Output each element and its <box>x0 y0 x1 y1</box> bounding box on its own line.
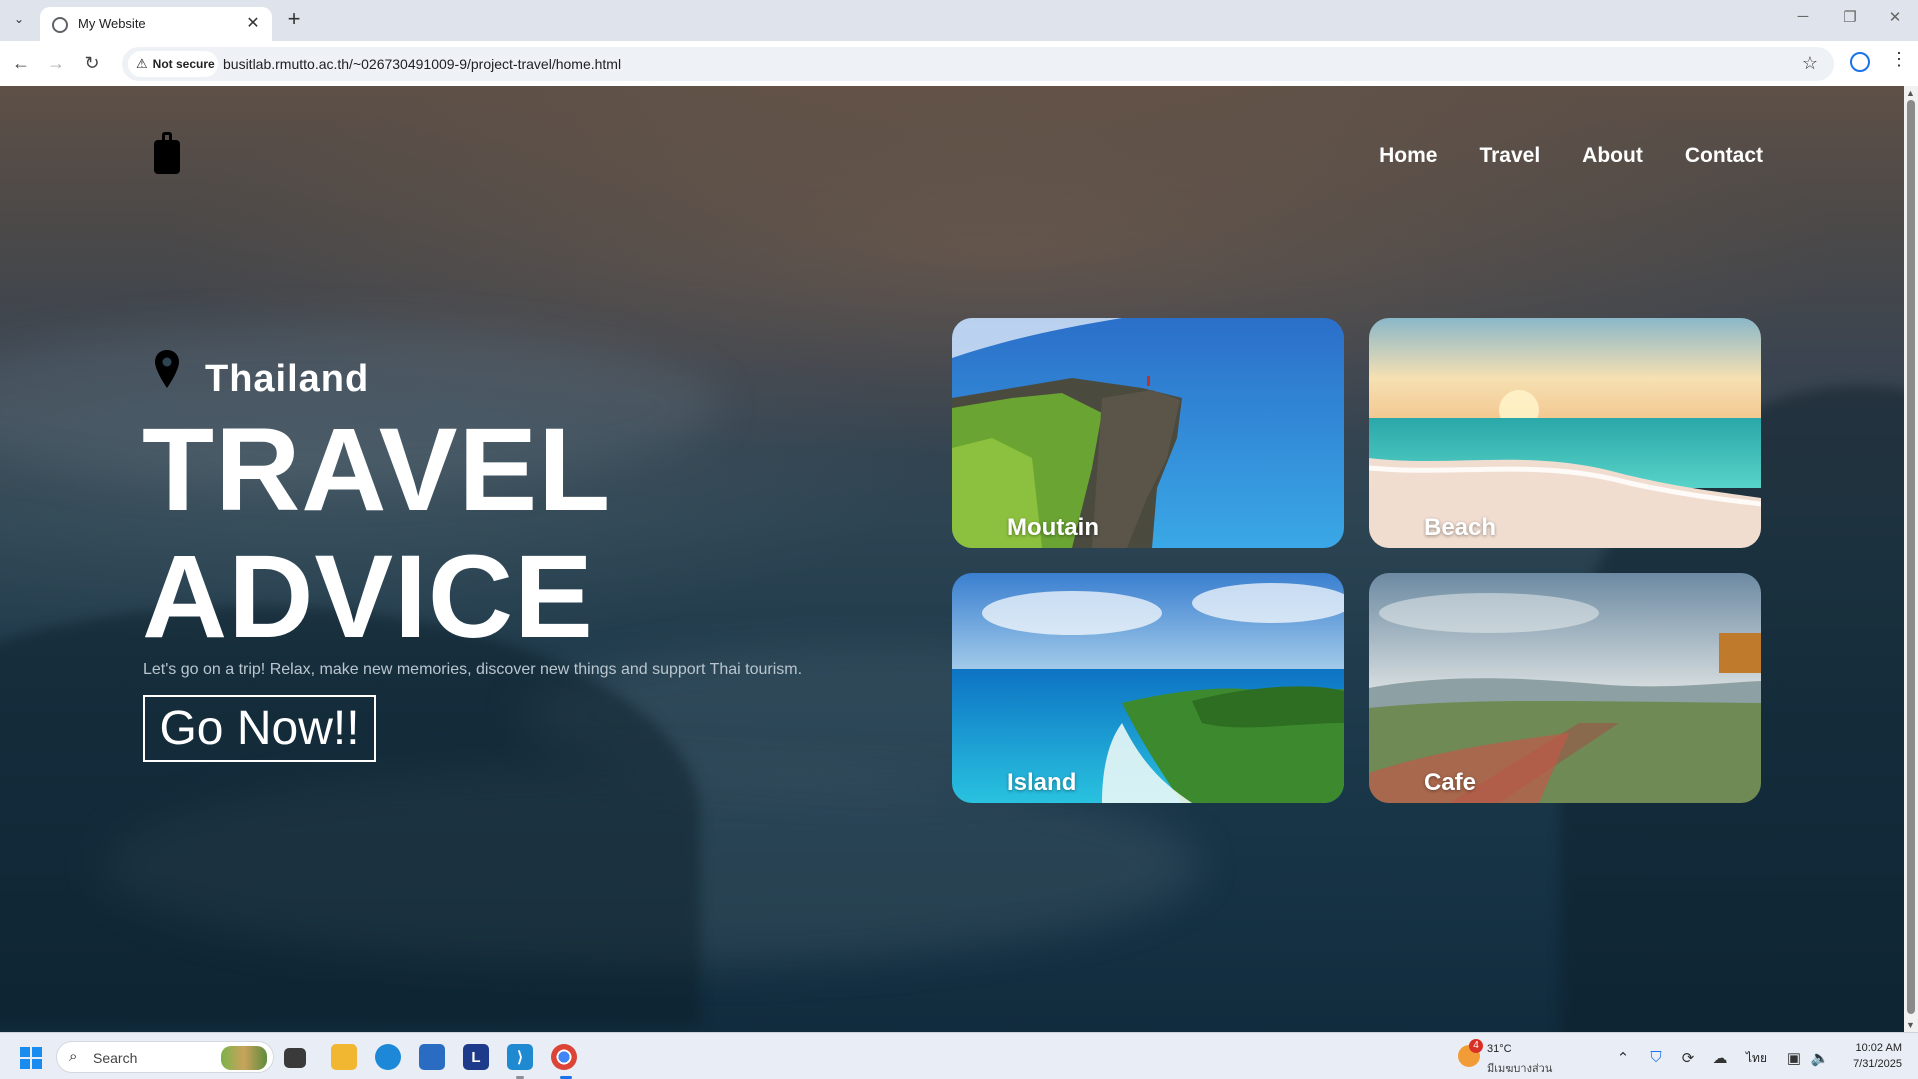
hero-title-line1: TRAVEL <box>142 404 612 536</box>
task-view-icon[interactable] <box>284 1048 306 1068</box>
warning-icon: ⚠ <box>136 56 148 71</box>
close-window-icon[interactable]: ✕ <box>1880 8 1910 26</box>
card-beach[interactable]: Beach <box>1369 318 1761 548</box>
forward-button[interactable]: → <box>43 50 69 76</box>
search-placeholder: Search <box>93 1050 138 1066</box>
volume-muted-icon[interactable]: 🔈 <box>1810 1049 1830 1067</box>
restore-icon[interactable]: ❐ <box>1835 8 1865 26</box>
chevron-up-icon[interactable]: ⌃ <box>1613 1049 1633 1067</box>
close-tab-icon[interactable]: ✕ <box>244 13 262 33</box>
cloud-off-icon[interactable]: ☁ <box>1710 1049 1730 1067</box>
browser-menu-icon[interactable]: ⋮ <box>1890 49 1908 70</box>
weather-badge: 4 <box>1469 1039 1483 1053</box>
reload-button[interactable]: ↻ <box>79 50 105 76</box>
minimize-icon[interactable]: ─ <box>1788 8 1818 25</box>
nav-home[interactable]: Home <box>1379 144 1437 168</box>
weather-desc: มีเมฆบางส่วน <box>1487 1063 1553 1075</box>
card-label: Cafe <box>1424 769 1477 796</box>
country-label: Thailand <box>205 358 370 400</box>
suitcase-logo-icon[interactable] <box>154 132 180 174</box>
go-now-button[interactable]: Go Now!! <box>143 695 376 762</box>
shield-icon[interactable]: ⛉ <box>1646 1049 1666 1066</box>
not-secure-label: Not secure <box>152 57 215 71</box>
scrollbar-thumb[interactable] <box>1907 100 1915 1014</box>
tab-search-dropdown-icon[interactable]: ⌄ <box>8 8 30 30</box>
bookmark-star-icon[interactable]: ☆ <box>1802 53 1818 74</box>
l-app-icon[interactable]: L <box>463 1044 489 1070</box>
browser-toolbar: ← → ↻ ⚠ Not secure busitlab.rmutto.ac.th… <box>0 41 1918 86</box>
sync-icon[interactable]: ⟳ <box>1678 1049 1698 1067</box>
nav-travel[interactable]: Travel <box>1479 144 1540 168</box>
clock-time[interactable]: 10:02 AM <box>1850 1042 1902 1054</box>
page-scrollbar[interactable]: ▲ ▼ <box>1904 86 1918 1032</box>
address-bar[interactable]: ⚠ Not secure busitlab.rmutto.ac.th/~0267… <box>122 47 1834 81</box>
main-nav: Home Travel About Contact <box>1379 144 1763 168</box>
weather-temp: 31°C <box>1487 1043 1512 1055</box>
taskbar-search[interactable]: ⌕ Search <box>56 1041 274 1073</box>
browser-tab-strip: ⌄ My Website ✕ + ─ ❐ ✕ <box>0 0 1918 41</box>
nav-contact[interactable]: Contact <box>1685 144 1763 168</box>
profile-icon[interactable] <box>1850 52 1870 72</box>
search-icon: ⌕ <box>69 1048 78 1065</box>
browser-tab[interactable]: My Website ✕ <box>40 7 272 41</box>
card-label: Moutain <box>1007 514 1099 541</box>
card-island[interactable]: Island <box>952 573 1344 803</box>
file-explorer-icon[interactable] <box>331 1044 357 1070</box>
new-tab-button[interactable]: + <box>282 6 306 32</box>
hero-title-line2: ADVICE <box>142 531 594 663</box>
edge-browser-icon[interactable] <box>375 1044 401 1070</box>
windows-start-icon[interactable] <box>20 1047 42 1069</box>
tab-title: My Website <box>78 16 146 31</box>
page-viewport: Home Travel About Contact Thailand TRAVE… <box>0 86 1904 1032</box>
card-mountain[interactable]: Moutain <box>952 318 1344 548</box>
clock-date[interactable]: 7/31/2025 <box>1844 1058 1902 1070</box>
search-highlight-image <box>221 1046 267 1070</box>
chrome-icon[interactable] <box>551 1044 577 1070</box>
url-text[interactable]: busitlab.rmutto.ac.th/~026730491009-9/pr… <box>223 56 621 72</box>
site-info-chip[interactable]: ⚠ Not secure <box>128 51 218 77</box>
scroll-down-arrow-icon[interactable]: ▼ <box>1906 1020 1915 1030</box>
card-label: Beach <box>1424 514 1497 541</box>
globe-icon <box>52 17 68 33</box>
vscode-icon[interactable]: ⟩ <box>507 1044 533 1070</box>
location-pin-icon <box>155 350 179 388</box>
card-label: Island <box>1007 769 1077 796</box>
card-cafe[interactable]: Cafe <box>1369 573 1761 803</box>
hero-tagline: Let's go on a trip! Relax, make new memo… <box>143 661 803 678</box>
back-button[interactable]: ← <box>8 50 34 76</box>
scroll-up-arrow-icon[interactable]: ▲ <box>1906 88 1915 98</box>
windows-taskbar: ⌕ Search L ⟩ 4 31°C มีเมฆบางส่วน ⌃ ⛉ ⟳ ☁… <box>0 1032 1918 1079</box>
network-icon[interactable]: ▣ <box>1784 1049 1804 1067</box>
language-indicator[interactable]: ไทย <box>1746 1049 1767 1068</box>
nav-about[interactable]: About <box>1582 144 1643 168</box>
store-icon[interactable] <box>419 1044 445 1070</box>
